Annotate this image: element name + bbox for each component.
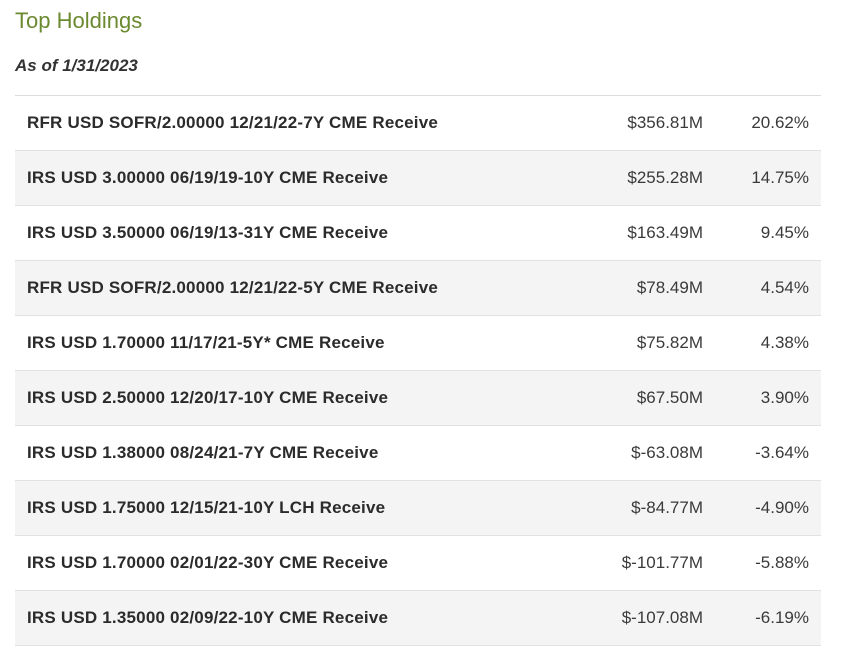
holdings-table: RFR USD SOFR/2.00000 12/21/22-7Y CME Rec… xyxy=(15,95,821,646)
holding-value: $-63.08M xyxy=(631,443,703,462)
holding-percent: -4.90% xyxy=(755,498,809,517)
table-row: IRS USD 1.70000 11/17/21-5Y* CME Receive… xyxy=(15,316,821,371)
holding-value: $67.50M xyxy=(636,388,703,407)
holding-name: IRS USD 1.70000 02/01/22-30Y CME Receive xyxy=(27,553,389,572)
holding-name: IRS USD 3.50000 06/19/13-31Y CME Receive xyxy=(27,223,389,242)
holding-value: $356.81M xyxy=(627,113,703,132)
holding-percent: 3.90% xyxy=(760,388,809,407)
holding-value: $163.49M xyxy=(627,223,703,242)
table-row: IRS USD 1.38000 08/24/21-7Y CME Receive … xyxy=(15,426,821,481)
table-row: IRS USD 1.70000 02/01/22-30Y CME Receive… xyxy=(15,536,821,591)
table-row: RFR USD SOFR/2.00000 12/21/22-5Y CME Rec… xyxy=(15,261,821,316)
table-row: IRS USD 1.75000 12/15/21-10Y LCH Receive… xyxy=(15,481,821,536)
table-row: IRS USD 3.00000 06/19/19-10Y CME Receive… xyxy=(15,151,821,206)
holding-value: $75.82M xyxy=(636,333,703,352)
holding-value: $-107.08M xyxy=(621,608,703,627)
holding-name: RFR USD SOFR/2.00000 12/21/22-7Y CME Rec… xyxy=(27,113,439,132)
holding-name: IRS USD 1.38000 08/24/21-7Y CME Receive xyxy=(27,443,379,462)
holding-value: $-84.77M xyxy=(631,498,703,517)
holding-name: IRS USD 2.50000 12/20/17-10Y CME Receive xyxy=(27,388,389,407)
holding-percent: 4.38% xyxy=(760,333,809,352)
table-row: IRS USD 3.50000 06/19/13-31Y CME Receive… xyxy=(15,206,821,261)
as-of-date: As of 1/31/2023 xyxy=(15,56,138,75)
table-row: IRS USD 2.50000 12/20/17-10Y CME Receive… xyxy=(15,371,821,426)
table-row: IRS USD 1.35000 02/09/22-10Y CME Receive… xyxy=(15,591,821,646)
holding-name: IRS USD 1.75000 12/15/21-10Y LCH Receive xyxy=(27,498,386,517)
holding-value: $78.49M xyxy=(636,278,703,297)
page-title: Top Holdings xyxy=(15,8,143,33)
holding-value: $-101.77M xyxy=(621,553,703,572)
holding-percent: -5.88% xyxy=(755,553,809,572)
holding-percent: 20.62% xyxy=(751,113,809,132)
holding-percent: -3.64% xyxy=(755,443,809,462)
table-row: RFR USD SOFR/2.00000 12/21/22-7Y CME Rec… xyxy=(15,96,821,151)
holding-value: $255.28M xyxy=(627,168,703,187)
holding-percent: -6.19% xyxy=(755,608,809,627)
holding-percent: 14.75% xyxy=(751,168,809,187)
holding-name: IRS USD 1.70000 11/17/21-5Y* CME Receive xyxy=(27,333,385,352)
holding-percent: 4.54% xyxy=(760,278,809,297)
holding-name: IRS USD 1.35000 02/09/22-10Y CME Receive xyxy=(27,608,389,627)
holding-percent: 9.45% xyxy=(760,223,809,242)
holding-name: IRS USD 3.00000 06/19/19-10Y CME Receive xyxy=(27,168,389,187)
holding-name: RFR USD SOFR/2.00000 12/21/22-5Y CME Rec… xyxy=(27,278,439,297)
